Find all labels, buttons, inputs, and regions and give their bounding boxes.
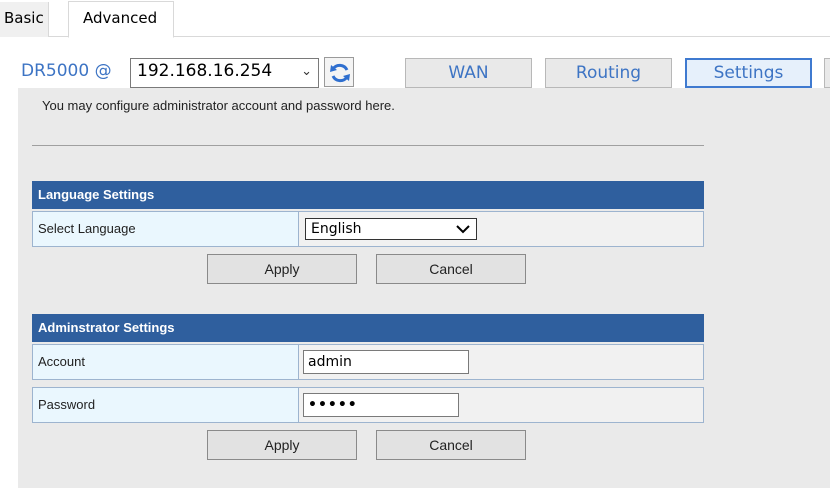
content-panel — [18, 88, 830, 488]
select-language-cell: English — [299, 212, 703, 246]
chevron-down-icon: ⌄ — [301, 63, 312, 78]
nav-more-button[interactable] — [824, 58, 830, 88]
refresh-button[interactable] — [324, 57, 354, 87]
language-cancel-button[interactable]: Cancel — [376, 254, 526, 284]
account-input[interactable]: admin — [303, 350, 469, 374]
password-label: Password — [33, 388, 299, 422]
intro-text: You may configure administrator account … — [42, 98, 395, 113]
password-cell: ••••• — [299, 388, 703, 422]
nav-settings-button[interactable]: Settings — [685, 58, 812, 88]
password-input[interactable]: ••••• — [303, 393, 459, 417]
account-row: Account admin — [32, 344, 704, 380]
device-ip-select[interactable]: 192.168.16.254 ⌄ — [130, 58, 319, 88]
admin-settings-header: Adminstrator Settings — [32, 314, 704, 342]
nav-wan-button[interactable]: WAN — [405, 58, 532, 88]
refresh-icon — [330, 63, 350, 83]
password-row: Password ••••• — [32, 387, 704, 423]
admin-cancel-button[interactable]: Cancel — [376, 430, 526, 460]
language-apply-button[interactable]: Apply — [207, 254, 357, 284]
account-label: Account — [33, 345, 299, 379]
tab-bar: Basic Advanced — [0, 0, 830, 38]
device-label: DR5000 @ — [21, 61, 112, 81]
nav-routing-button[interactable]: Routing — [545, 58, 672, 88]
admin-apply-button[interactable]: Apply — [207, 430, 357, 460]
language-settings-header: Language Settings — [32, 181, 704, 209]
divider — [32, 145, 704, 146]
select-language-label: Select Language — [33, 212, 299, 246]
language-select-value: English — [311, 221, 362, 237]
language-select[interactable]: English — [305, 218, 477, 240]
device-ip-value: 192.168.16.254 — [137, 61, 273, 81]
account-cell: admin — [299, 345, 703, 379]
select-language-row: Select Language English — [32, 211, 704, 247]
chevron-down-icon — [456, 225, 470, 234]
tab-basic[interactable]: Basic — [0, 2, 49, 37]
tab-advanced[interactable]: Advanced — [68, 1, 174, 38]
